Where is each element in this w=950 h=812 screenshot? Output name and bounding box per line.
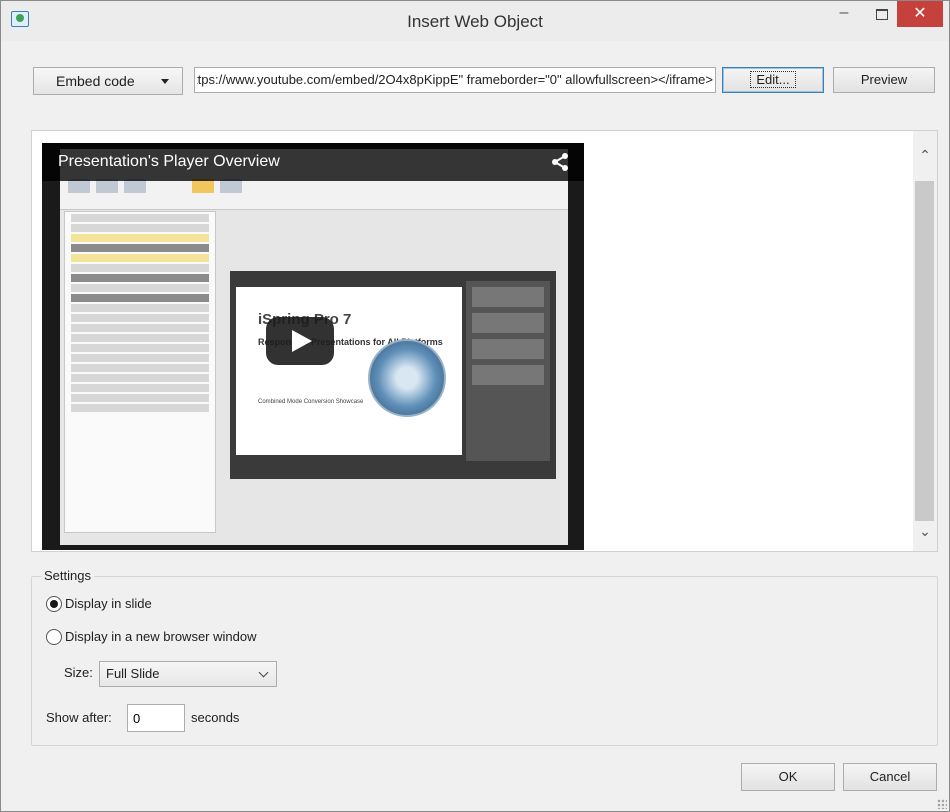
settings-legend: Settings — [41, 568, 94, 583]
video-title[interactable]: Presentation's Player Overview — [58, 153, 280, 171]
side-item — [472, 339, 544, 359]
panel-row — [71, 314, 209, 322]
show-after-label: Show after: — [46, 710, 112, 725]
seconds-label: seconds — [191, 710, 240, 725]
ok-button[interactable]: OK — [741, 763, 835, 791]
panel-row — [71, 234, 209, 242]
scroll-down-icon[interactable]: ⌄ — [913, 523, 937, 545]
embed-code-input[interactable] — [195, 68, 715, 90]
size-select[interactable]: Full Slide — [99, 661, 277, 687]
panel-row — [71, 324, 209, 332]
web-object-preview: iSpring Pro 7 Responsive Presentations f… — [31, 130, 938, 552]
panel-row — [71, 364, 209, 372]
chevron-down-icon — [258, 667, 269, 678]
ribbon-tool — [96, 179, 118, 193]
cancel-button[interactable]: Cancel — [843, 763, 937, 791]
display-in-slide-label[interactable]: Display in slide — [65, 596, 152, 611]
video-slide: iSpring Pro 7 Responsive Presentations f… — [236, 287, 462, 455]
panel-row — [71, 274, 209, 282]
edit-button[interactable]: Edit... — [722, 67, 824, 93]
title-bar: Insert Web Object – ✕ — [1, 1, 949, 41]
slide-medal-image — [368, 339, 446, 417]
preview-button[interactable]: Preview — [833, 67, 935, 93]
panel-row — [71, 224, 209, 232]
scroll-up-icon[interactable]: ⌃ — [913, 147, 937, 169]
ribbon-tool — [68, 179, 90, 193]
size-value: Full Slide — [106, 666, 160, 681]
resize-grip-icon[interactable] — [937, 799, 947, 809]
display-in-slide-radio[interactable] — [46, 596, 62, 612]
ribbon-tool — [220, 179, 242, 193]
panel-row — [71, 244, 209, 252]
video-side-column — [466, 281, 550, 461]
close-icon: ✕ — [913, 5, 927, 22]
panel-row — [71, 354, 209, 362]
display-in-browser-radio[interactable] — [46, 629, 62, 645]
preview-scrollbar[interactable]: ⌃ ⌄ — [913, 131, 937, 551]
panel-row — [71, 384, 209, 392]
embed-code-field[interactable] — [194, 67, 716, 93]
panel-row — [71, 394, 209, 402]
size-label: Size: — [64, 665, 93, 680]
embedded-video-player[interactable]: iSpring Pro 7 Responsive Presentations f… — [42, 143, 584, 550]
share-icon[interactable] — [550, 152, 570, 172]
panel-row — [71, 284, 209, 292]
ribbon-tool — [124, 179, 146, 193]
show-after-input[interactable] — [131, 706, 183, 730]
embed-mode-dropdown[interactable]: Embed code — [33, 67, 183, 95]
dropdown-arrow-icon — [161, 79, 169, 84]
video-color-panel — [64, 211, 216, 533]
insert-web-object-dialog: Insert Web Object – ✕ Embed code Edit...… — [0, 0, 950, 812]
side-item — [472, 365, 544, 385]
maximize-button[interactable] — [867, 1, 897, 27]
panel-row — [71, 304, 209, 312]
panel-row — [71, 374, 209, 382]
show-after-field[interactable] — [127, 704, 185, 732]
edit-button-label: Edit... — [750, 71, 796, 88]
embed-mode-label: Embed code — [56, 73, 135, 89]
panel-row — [71, 254, 209, 262]
dialog-title: Insert Web Object — [407, 12, 543, 31]
panel-row — [71, 264, 209, 272]
slide-caption: Combined Mode Conversion Showcase — [258, 399, 364, 405]
maximize-icon — [876, 9, 888, 20]
panel-row — [71, 294, 209, 302]
panel-row — [71, 334, 209, 342]
close-button[interactable]: ✕ — [897, 1, 943, 27]
video-player-stage: iSpring Pro 7 Responsive Presentations f… — [230, 271, 556, 479]
side-item — [472, 287, 544, 307]
minimize-button[interactable]: – — [829, 1, 859, 27]
ribbon-tool — [192, 179, 214, 193]
video-title-bar: Presentation's Player Overview — [42, 143, 584, 181]
panel-row — [71, 214, 209, 222]
scroll-thumb[interactable] — [915, 181, 934, 521]
play-button[interactable] — [266, 317, 334, 365]
side-item — [472, 313, 544, 333]
panel-row — [71, 404, 209, 412]
panel-row — [71, 344, 209, 352]
display-in-browser-label[interactable]: Display in a new browser window — [65, 629, 256, 644]
